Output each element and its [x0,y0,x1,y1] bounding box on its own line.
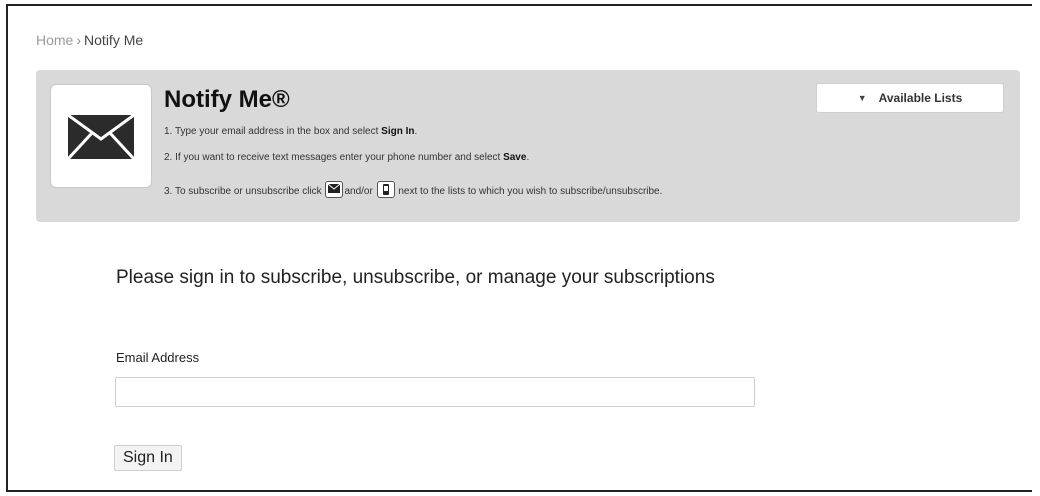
instruction-step-2: 2. If you want to receive text messages … [164,152,529,163]
instruction-text: 2. If you want to receive text messages … [164,152,504,163]
notify-me-panel: Notify Me® ▼ Available Lists 1. Type you… [36,70,1020,222]
panel-title: Notify Me® [164,86,290,113]
breadcrumb-separator: › [76,32,82,48]
instruction-step-1: 1. Type your email address in the box an… [164,126,417,137]
instruction-text: 3. To subscribe or unsubscribe click [164,186,322,197]
page-frame: Home › Notify Me Notify Me® ▼ Available Li… [6,4,1032,492]
instruction-text: and/or [344,186,373,197]
instruction-text: 1. Type your email address in the box an… [164,126,382,137]
envelope-icon-box [50,84,152,188]
available-lists-label: Available Lists [878,91,963,105]
instruction-text: next to the lists to which you wish to s… [398,186,663,197]
instruction-bold: Save [503,152,527,163]
breadcrumb: Home › Notify Me [36,32,143,48]
breadcrumb-home-link[interactable]: Home [36,32,73,48]
envelope-icon [68,115,134,159]
instruction-bold: Sign In [381,126,415,137]
email-address-label: Email Address [116,350,200,365]
available-lists-button[interactable]: ▼ Available Lists [816,83,1004,113]
instruction-text: . [526,152,530,163]
sign-in-heading: Please sign in to subscribe, unsubscribe… [116,267,715,288]
email-address-input[interactable] [115,377,755,407]
caret-down-icon: ▼ [857,93,867,103]
phone-subscribe-icon [376,181,395,198]
sign-in-button[interactable]: Sign In [114,445,182,471]
email-subscribe-icon [325,181,344,198]
instruction-step-3: 3. To subscribe or unsubscribe click and… [164,181,662,198]
breadcrumb-current: Notify Me [84,32,144,48]
instruction-text: . [414,126,418,137]
